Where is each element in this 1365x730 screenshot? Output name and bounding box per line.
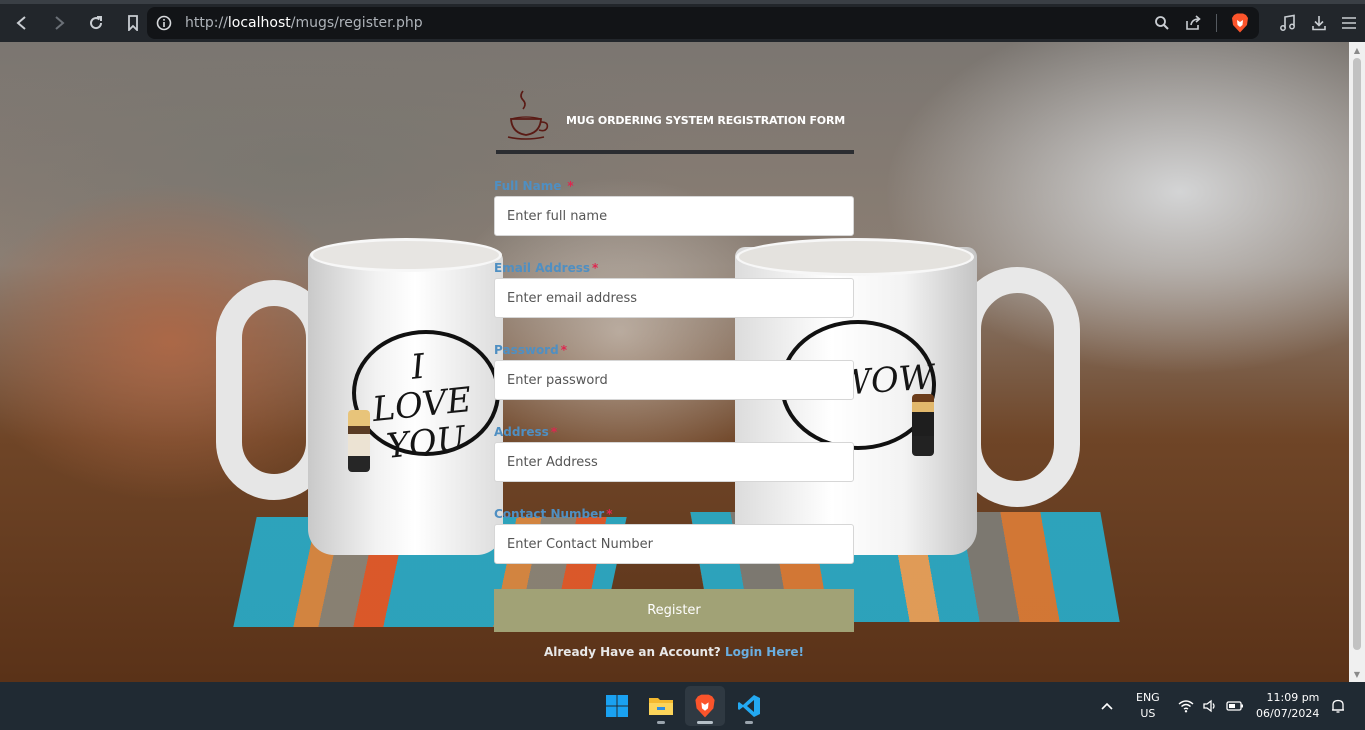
left-minifigure	[348, 410, 370, 472]
site-info-icon[interactable]	[149, 15, 179, 31]
file-explorer-button[interactable]	[641, 686, 681, 726]
windows-logo-icon	[606, 695, 628, 717]
full-name-label: Full Name *	[494, 178, 858, 194]
right-minifigure	[912, 394, 934, 456]
address-input[interactable]	[494, 442, 854, 482]
scrollbar-thumb[interactable]	[1353, 58, 1361, 650]
running-indicator	[657, 721, 665, 724]
url-host: localhost	[227, 15, 291, 31]
download-icon[interactable]	[1311, 15, 1327, 31]
address-label-text: Address	[494, 425, 549, 439]
battery-icon	[1226, 701, 1243, 711]
coffee-cup-icon	[507, 90, 549, 140]
url-scheme: http://	[185, 15, 228, 31]
show-hidden-icons-button[interactable]	[1100, 682, 1114, 730]
back-button[interactable]	[5, 6, 39, 40]
address-bar-actions	[1154, 7, 1249, 39]
vscode-button[interactable]	[729, 686, 769, 726]
form-divider	[496, 150, 854, 154]
wifi-icon	[1178, 700, 1194, 713]
address-label: Address *	[494, 424, 858, 440]
url-path: /mugs/register.php	[290, 15, 423, 31]
notification-icon	[1332, 699, 1344, 713]
forward-button[interactable]	[42, 6, 76, 40]
contact-number-input[interactable]	[494, 524, 854, 564]
field-password: Password *	[490, 342, 858, 400]
email-label-text: Email Address	[494, 261, 591, 275]
contact-number-label: Contact Number *	[494, 506, 858, 522]
scroll-up-icon[interactable]: ▲	[1349, 43, 1365, 57]
password-input[interactable]	[494, 360, 854, 400]
form-title: MUG ORDERING SYSTEM REGISTRATION FORM	[566, 113, 845, 127]
field-address: Address *	[490, 424, 858, 482]
forward-arrow-icon	[55, 16, 65, 30]
reload-icon	[90, 16, 103, 30]
email-input[interactable]	[494, 278, 854, 318]
folder-icon	[649, 698, 673, 715]
start-button[interactable]	[597, 686, 637, 726]
address-bar-separator	[1216, 14, 1217, 32]
date-text: 06/07/2024	[1256, 707, 1320, 720]
left-mug-text: I LOVE YOU	[370, 346, 474, 467]
language-text: ENG	[1136, 691, 1160, 704]
page-scrollbar[interactable]: ▲ ▼	[1349, 42, 1365, 682]
region-text: US	[1140, 707, 1156, 720]
left-mug-rim	[310, 238, 502, 272]
windows-taskbar: ENG US 11:09 pm 06/07/2024	[0, 682, 1365, 730]
share-icon[interactable]	[1184, 15, 1202, 31]
brave-shields-icon[interactable]	[1231, 13, 1249, 33]
required-mark: *	[606, 507, 613, 521]
brave-icon	[695, 694, 715, 718]
clock[interactable]: 11:09 pm 06/07/2024	[1256, 682, 1319, 730]
time-text: 11:09 pm	[1266, 691, 1320, 704]
field-email: Email Address *	[490, 260, 858, 318]
password-label: Password *	[494, 342, 858, 358]
chevron-up-icon	[1101, 702, 1113, 710]
field-contact-number: Contact Number *	[490, 506, 858, 564]
zoom-icon[interactable]	[1154, 15, 1170, 31]
required-mark: *	[550, 425, 558, 439]
contact-number-label-text: Contact Number	[494, 507, 605, 521]
language-indicator[interactable]: ENG US	[1136, 682, 1160, 730]
page-viewport: I LOVE YOU WOW MUG ORDERING SYSTEM REGIS…	[0, 42, 1349, 682]
toolbar-right-actions	[1279, 4, 1357, 42]
browser-toolbar: http://localhost/mugs/register.php	[0, 4, 1365, 42]
email-label: Email Address *	[494, 260, 858, 276]
brave-browser-button[interactable]	[685, 686, 725, 726]
volume-icon	[1203, 699, 1215, 713]
url-text[interactable]: http://localhost/mugs/register.php	[185, 15, 423, 31]
media-playlist-icon[interactable]	[1279, 14, 1297, 32]
notifications-button[interactable]	[1330, 682, 1346, 730]
login-prompt-text: Already Have an Account?	[543, 645, 721, 659]
full-name-label-text: Full Name	[494, 179, 562, 193]
login-link[interactable]: Login Here!	[725, 645, 804, 659]
bookmark-icon	[128, 15, 138, 31]
form-header: MUG ORDERING SYSTEM REGISTRATION FORM	[490, 86, 858, 144]
required-mark: *	[560, 343, 567, 357]
required-mark: *	[567, 179, 574, 193]
menu-icon[interactable]	[1341, 16, 1357, 30]
scroll-down-icon[interactable]: ▼	[1349, 667, 1365, 681]
reload-button[interactable]	[79, 6, 113, 40]
running-indicator	[745, 721, 753, 724]
field-full-name: Full Name *	[490, 178, 858, 236]
password-label-text: Password	[494, 343, 559, 357]
vscode-icon	[738, 695, 760, 717]
back-arrow-icon	[16, 16, 26, 30]
active-indicator	[697, 721, 713, 724]
required-mark: *	[592, 261, 599, 275]
quick-settings[interactable]	[1178, 682, 1244, 730]
address-bar[interactable]: http://localhost/mugs/register.php	[147, 7, 1259, 39]
bookmark-button[interactable]	[116, 6, 150, 40]
full-name-input[interactable]	[494, 196, 854, 236]
registration-form: MUG ORDERING SYSTEM REGISTRATION FORM Fu…	[490, 86, 858, 659]
login-prompt: Already Have an Account? Login Here!	[494, 645, 854, 659]
register-button[interactable]: Register	[494, 589, 854, 632]
